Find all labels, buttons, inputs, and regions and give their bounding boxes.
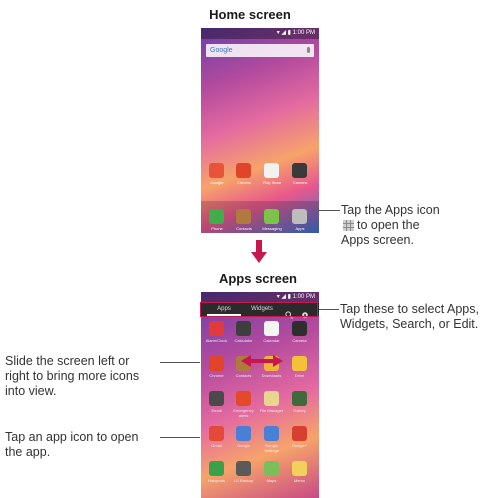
home-app-label: Google — [210, 180, 224, 185]
camera-icon[interactable] — [292, 163, 307, 178]
tap-app-callout-line2: the app. — [5, 445, 51, 459]
apps-screen-heading: Apps screen — [218, 271, 298, 286]
app-icon-label: Google — [237, 443, 250, 448]
down-arrow-icon — [251, 240, 267, 269]
app-icon[interactable] — [292, 321, 307, 336]
chrome-icon[interactable] — [236, 163, 251, 178]
app-icon[interactable] — [264, 321, 279, 336]
app-icon[interactable] — [236, 461, 251, 476]
tap-app-callout-line1: Tap an app icon to open — [5, 430, 139, 444]
app-icon-label: Contacts — [235, 373, 252, 378]
app-icon[interactable] — [209, 321, 224, 336]
tap-app-callout: Tap an app icon to open the app. — [5, 430, 138, 460]
app-icon-label: Memo — [293, 478, 306, 483]
app-icon-label: Camera — [292, 338, 307, 343]
app-icon-label: Email — [211, 408, 222, 413]
app-icon[interactable] — [209, 461, 224, 476]
microphone-icon[interactable] — [307, 47, 310, 53]
apps-icon-callout: Tap the Apps icon to open the Apps scree… — [341, 203, 440, 248]
tabs-callout: Tap these to select Apps, Widgets, Searc… — [340, 302, 479, 332]
app-icon[interactable] — [292, 356, 307, 371]
apps-grid-icon — [343, 220, 354, 231]
home-app-label: Chrome — [236, 180, 252, 185]
apps-icon-callout-line3: Apps screen. — [341, 233, 414, 247]
messaging-icon[interactable] — [264, 209, 279, 224]
tabs-callout-line2: Widgets, Search, or Edit. — [340, 317, 479, 331]
apps-screen-phone: ▾ ◢ ▮ 1:00 PM Apps Widgets Alarm/Clock Ca… — [201, 292, 319, 498]
app-icon-label: Gmail — [211, 443, 222, 448]
play-store-icon[interactable] — [264, 163, 279, 178]
app-icon[interactable] — [292, 461, 307, 476]
google-search-bar[interactable]: Google — [206, 44, 314, 57]
app-icon-label: Hangouts — [207, 478, 226, 483]
slide-leader-line — [160, 362, 200, 363]
slide-callout-line2: right to bring more icons — [5, 369, 140, 383]
app-icon[interactable] — [292, 426, 307, 441]
tabs-leader-line — [319, 309, 339, 310]
slide-callout: Slide the screen left or right to bring … — [5, 354, 139, 399]
dock-app-label: Apps — [295, 226, 305, 231]
app-icon[interactable] — [209, 426, 224, 441]
home-app-label: Camera — [292, 180, 308, 185]
phone-icon[interactable] — [209, 209, 224, 224]
apps-icon-callout-line2: to open the — [357, 218, 420, 232]
app-icon[interactable] — [264, 391, 279, 406]
app-icon-label: Drive — [294, 373, 305, 378]
apps-icon-callout-line2-wrap: to open the — [341, 218, 440, 233]
apps-icon-leader-line — [318, 210, 340, 211]
dock-app-label: Messaging — [262, 226, 282, 231]
app-icon[interactable] — [236, 426, 251, 441]
app-icon[interactable] — [209, 391, 224, 406]
app-icon-label: Gallery — [293, 408, 306, 413]
home-app-label: Play Store — [262, 180, 282, 185]
slide-callout-line3: into view. — [5, 384, 57, 398]
double-arrow-icon — [241, 354, 283, 372]
app-icon[interactable] — [236, 321, 251, 336]
home-screen-heading: Home screen — [209, 7, 291, 22]
app-icon-label: Chrome — [209, 373, 224, 378]
status-bar: ▾ ◢ ▮ 1:00 PM — [201, 28, 319, 39]
app-icon-label: Downloads — [261, 373, 282, 378]
google-search-label: Google — [210, 47, 233, 54]
contacts-icon[interactable] — [236, 209, 251, 224]
google-folder-icon[interactable] — [209, 163, 224, 178]
home-screen-phone: ▾ ◢ ▮ 1:00 PM Google Google Chrome Play St… — [201, 28, 319, 233]
app-icon-label: LG Backup — [233, 478, 254, 483]
apps-icon-callout-line1: Tap the Apps icon — [341, 203, 440, 217]
home-dock: Phone Contacts Messaging Apps — [201, 201, 319, 233]
app-icon-label: Google+ — [291, 443, 308, 448]
app-icon-label: Google Settings — [264, 443, 279, 453]
dock-app-label: Contacts — [236, 226, 252, 231]
app-icon-label: Maps — [266, 478, 277, 483]
app-icon[interactable] — [264, 426, 279, 441]
tabs-callout-line1: Tap these to select Apps, — [340, 302, 479, 316]
app-icon-label: File Manager — [259, 408, 284, 413]
app-icon[interactable] — [236, 391, 251, 406]
app-icon[interactable] — [292, 391, 307, 406]
tap-app-leader-line — [160, 437, 200, 438]
app-icon[interactable] — [209, 356, 224, 371]
tabs-highlight-box — [200, 302, 318, 317]
app-icon-label: Calendar — [263, 338, 280, 343]
dock-app-label: Phone — [211, 226, 223, 231]
apps-grid-icon[interactable] — [292, 209, 307, 224]
slide-callout-line1: Slide the screen left or — [5, 354, 130, 368]
app-icon-label: Calculator — [234, 338, 253, 343]
app-icon-label: Alarm/Clock — [205, 338, 228, 343]
app-icon[interactable] — [264, 461, 279, 476]
app-icon-label: Emergency alerts — [233, 408, 254, 418]
